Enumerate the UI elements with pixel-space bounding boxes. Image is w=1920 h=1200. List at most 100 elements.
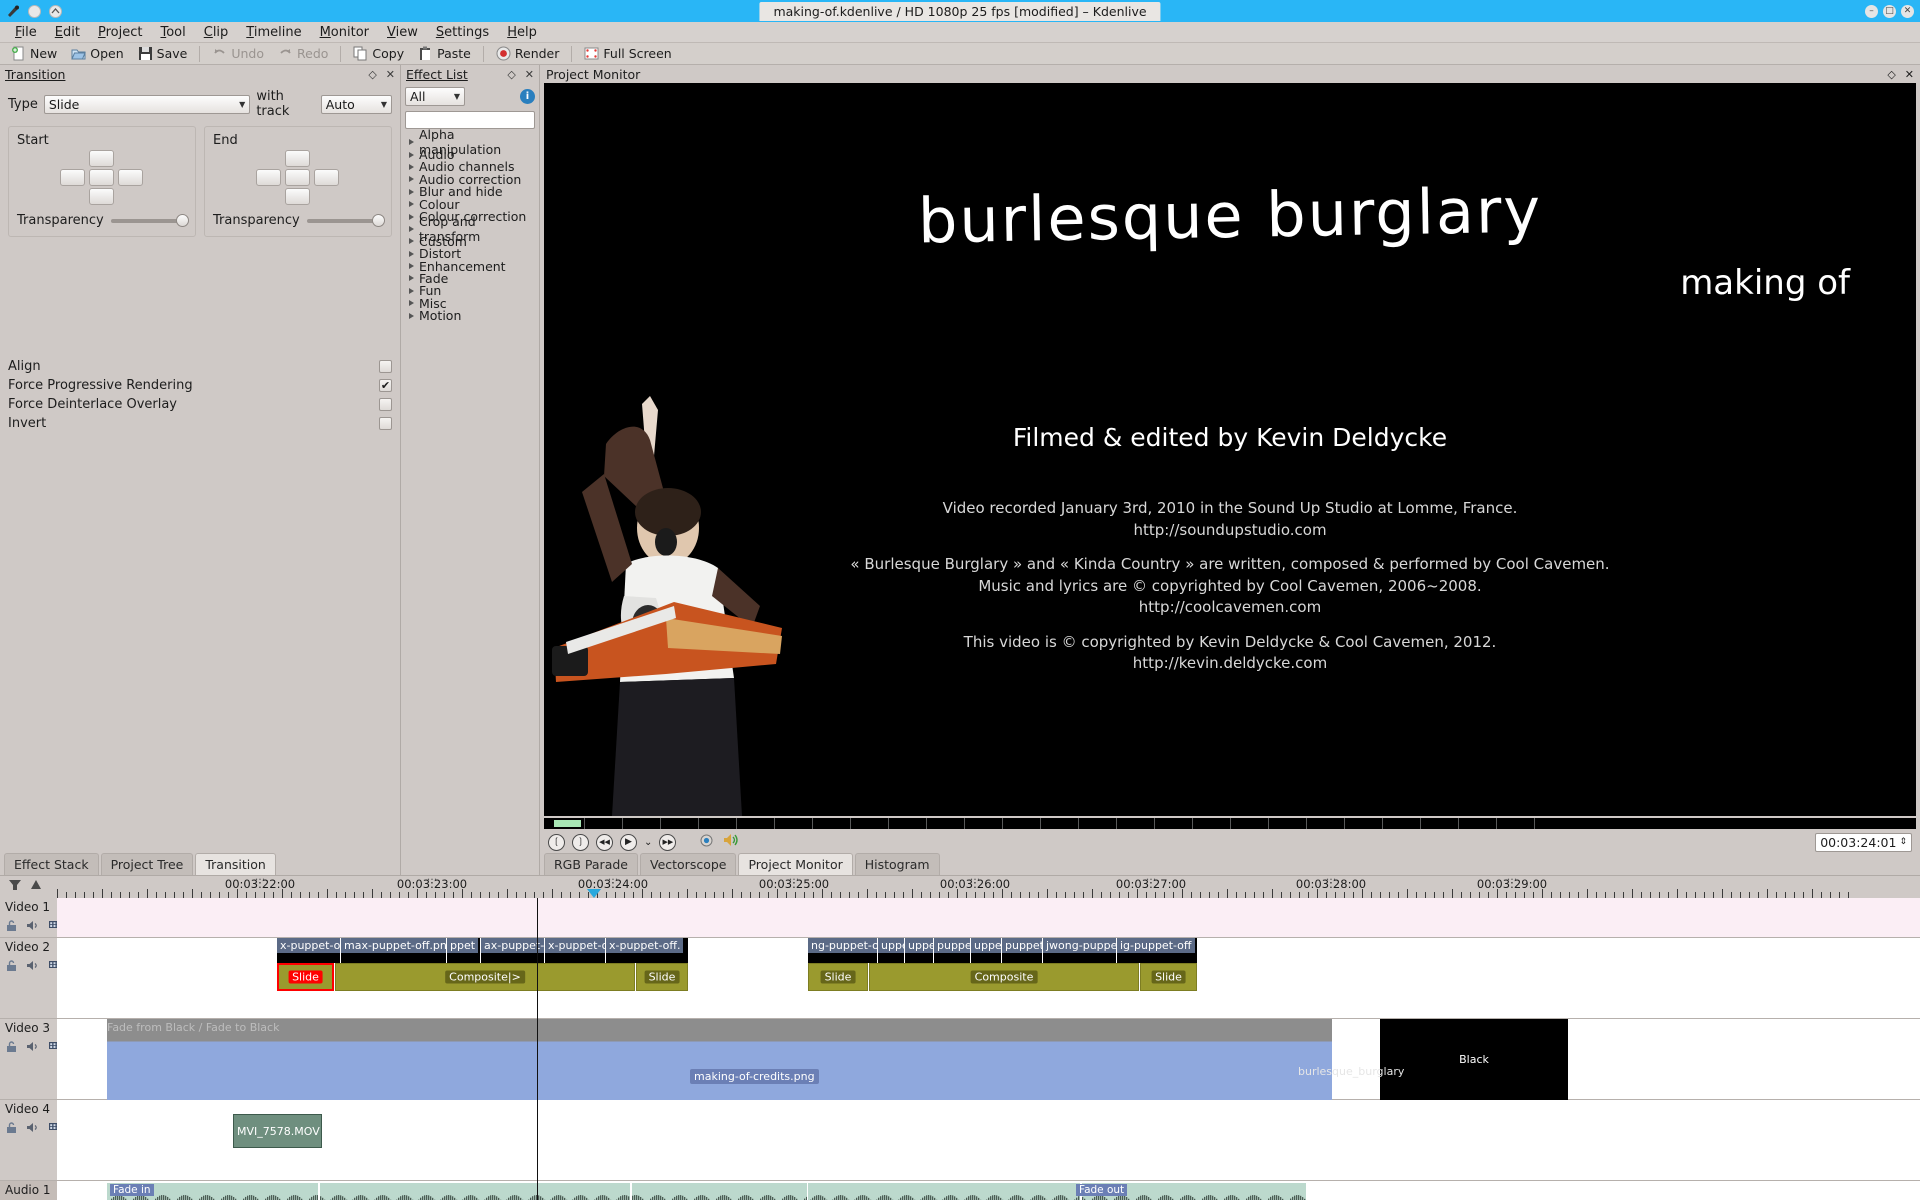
timeline-clip[interactable]: x-puppet-off. bbox=[606, 938, 688, 963]
start-direction-down-button[interactable] bbox=[89, 188, 114, 205]
timeline-marker-icon[interactable] bbox=[29, 878, 43, 896]
shade-window-icon[interactable] bbox=[48, 4, 63, 19]
timeline-clip[interactable]: MVI_7578.MOV bbox=[233, 1114, 322, 1148]
float-dock-icon[interactable]: ◇ bbox=[368, 68, 376, 81]
slider-knob[interactable] bbox=[176, 213, 189, 227]
timeline-clip[interactable]: puppet- bbox=[1002, 938, 1042, 963]
expand-triangle-icon[interactable] bbox=[409, 263, 414, 270]
minimize-dot-icon[interactable] bbox=[27, 4, 42, 19]
toolbar-open-button[interactable]: Open bbox=[65, 45, 129, 62]
mute-icon[interactable] bbox=[26, 919, 40, 936]
timeline-clip[interactable]: uppe bbox=[878, 938, 904, 963]
expand-triangle-icon[interactable] bbox=[409, 287, 414, 294]
timeline-transition[interactable]: Slide bbox=[1140, 963, 1197, 991]
menu-item-settings[interactable]: Settings bbox=[427, 23, 498, 42]
expand-triangle-icon[interactable] bbox=[409, 238, 414, 245]
expand-triangle-icon[interactable] bbox=[409, 225, 414, 232]
track-lane-5[interactable]: ◀ MVI_7578.MOV ▶◀ MVI_7578.MOV ▶◀ MVI_75… bbox=[57, 1181, 1920, 1200]
end-direction-down-button[interactable] bbox=[285, 188, 310, 205]
monitor-timecode-field[interactable]: 00:03:24:01 ⇕ bbox=[1815, 832, 1912, 852]
black-clip[interactable]: Black bbox=[1380, 1019, 1568, 1100]
toolbar-paste-button[interactable]: Paste bbox=[412, 45, 477, 62]
with-track-select[interactable]: Auto ▼ bbox=[320, 94, 392, 114]
option-checkbox[interactable]: ✔ bbox=[379, 379, 392, 392]
tab-transition[interactable]: Transition bbox=[195, 853, 276, 875]
toolbar-render-button[interactable]: Render bbox=[490, 45, 566, 62]
timeline-tracks[interactable]: x-puppet-off.max-puppet-off.pngppetax-pu… bbox=[57, 898, 1920, 1200]
timeline-clip[interactable]: x-puppet-off.p bbox=[545, 938, 605, 963]
rewind-icon[interactable]: ◀◀ bbox=[596, 833, 613, 851]
slider-knob[interactable] bbox=[372, 213, 385, 227]
start-transparency-slider[interactable] bbox=[110, 213, 189, 227]
close-dock-icon[interactable]: ✕ bbox=[1905, 68, 1914, 81]
timeline-clip[interactable]: jwong-puppet-off.png bbox=[1043, 938, 1116, 963]
settings-gear-icon[interactable] bbox=[698, 832, 715, 853]
track-lane-3[interactable]: Black Fade from Black / Fade to Black maki… bbox=[57, 1019, 1920, 1100]
effect-category-motion[interactable]: Motion bbox=[405, 308, 535, 323]
menu-item-help[interactable]: Help bbox=[498, 23, 546, 42]
timeline-clip[interactable]: ng-puppet-off bbox=[808, 938, 877, 963]
track-lane-2[interactable]: x-puppet-off.max-puppet-off.pngppetax-pu… bbox=[57, 938, 1920, 1019]
option-checkbox[interactable] bbox=[379, 398, 392, 411]
menu-item-monitor[interactable]: Monitor bbox=[311, 23, 378, 42]
end-direction-up-button[interactable] bbox=[285, 150, 310, 167]
timecode-spinner-icon[interactable]: ⇕ bbox=[1899, 837, 1907, 847]
expand-triangle-icon[interactable] bbox=[409, 275, 414, 282]
close-dock-icon[interactable]: ✕ bbox=[386, 68, 395, 81]
timeline-transition[interactable]: Slide bbox=[277, 963, 334, 991]
timeline-transition[interactable]: Composite|> bbox=[335, 963, 635, 991]
menu-item-view[interactable]: View bbox=[378, 23, 427, 42]
timeline-transition[interactable]: Composite bbox=[869, 963, 1139, 991]
toolbar-full-screen-button[interactable]: Full Screen bbox=[578, 45, 677, 62]
set-zone-start-icon[interactable]: ❲ bbox=[548, 833, 565, 851]
menu-item-edit[interactable]: Edit bbox=[46, 23, 89, 42]
minimize-button[interactable]: – bbox=[1865, 4, 1878, 18]
expand-triangle-icon[interactable] bbox=[409, 213, 414, 220]
float-dock-icon[interactable]: ◇ bbox=[507, 68, 515, 81]
toolbar-new-button[interactable]: New bbox=[5, 45, 63, 62]
close-dock-icon[interactable]: ✕ bbox=[525, 68, 534, 81]
end-direction-center-button[interactable] bbox=[285, 169, 310, 186]
menu-item-tool[interactable]: Tool bbox=[151, 23, 194, 42]
toolbar-copy-button[interactable]: Copy bbox=[347, 45, 410, 62]
expand-triangle-icon[interactable] bbox=[409, 250, 414, 257]
transition-type-select[interactable]: Slide ▼ bbox=[43, 94, 251, 114]
monitor-tab-rgb-parade[interactable]: RGB Parade bbox=[544, 853, 638, 875]
monitor-video-frame[interactable]: burlesque burglary making of Filmed & ed… bbox=[544, 83, 1916, 816]
expand-triangle-icon[interactable] bbox=[409, 139, 414, 146]
play-menu-chevron-icon[interactable]: ⌄ bbox=[644, 837, 652, 848]
mute-icon[interactable] bbox=[26, 1121, 40, 1138]
timeline-clip[interactable]: puppet- bbox=[934, 938, 970, 963]
close-button[interactable]: ✕ bbox=[1901, 4, 1914, 18]
end-transparency-slider[interactable] bbox=[306, 213, 385, 227]
monitor-tab-vectorscope[interactable]: Vectorscope bbox=[639, 853, 737, 875]
timeline-ruler[interactable]: 00:03:22:00 ··· 00:03:23:00 ··· 00:03:24:00 ·… bbox=[57, 876, 1920, 898]
info-icon[interactable]: i bbox=[520, 89, 535, 104]
timeline-clip[interactable]: max-puppet-off.png bbox=[341, 938, 446, 963]
app-menu-icon[interactable] bbox=[6, 4, 21, 19]
playhead[interactable] bbox=[537, 898, 538, 1200]
expand-triangle-icon[interactable] bbox=[409, 201, 414, 208]
expand-triangle-icon[interactable] bbox=[409, 176, 414, 183]
end-direction-right-button[interactable] bbox=[314, 169, 339, 186]
mute-icon[interactable] bbox=[26, 959, 40, 976]
end-direction-left-button[interactable] bbox=[256, 169, 281, 186]
menu-item-timeline[interactable]: Timeline bbox=[237, 23, 310, 42]
playhead-handle[interactable] bbox=[587, 889, 601, 898]
menu-item-clip[interactable]: Clip bbox=[195, 23, 238, 42]
maximize-button[interactable]: □ bbox=[1883, 4, 1896, 18]
option-checkbox[interactable] bbox=[379, 417, 392, 430]
monitor-scrubbar[interactable] bbox=[544, 818, 1916, 829]
lock-icon[interactable] bbox=[5, 919, 18, 936]
track-header-video-2[interactable]: Video 2 bbox=[0, 938, 61, 1019]
timeline-clip[interactable]: ppet bbox=[447, 938, 480, 963]
start-direction-center-button[interactable] bbox=[89, 169, 114, 186]
timeline-transition[interactable]: Slide bbox=[808, 963, 868, 991]
start-direction-left-button[interactable] bbox=[60, 169, 85, 186]
tab-effect-stack[interactable]: Effect Stack bbox=[4, 853, 99, 875]
monitor-tab-project-monitor[interactable]: Project Monitor bbox=[738, 853, 853, 875]
option-checkbox[interactable] bbox=[379, 360, 392, 373]
menu-item-project[interactable]: Project bbox=[89, 23, 152, 42]
timeline-clip[interactable]: uppe bbox=[905, 938, 933, 963]
expand-triangle-icon[interactable] bbox=[409, 163, 414, 170]
